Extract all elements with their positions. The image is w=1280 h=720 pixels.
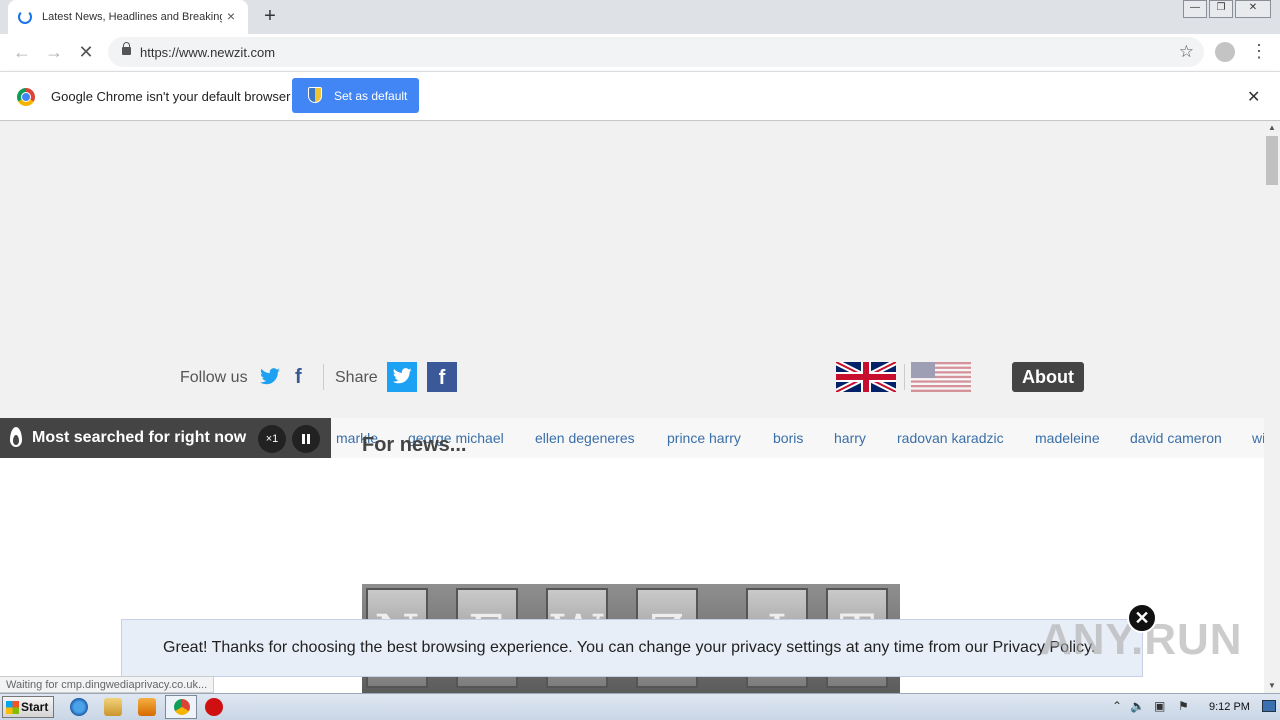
uk-flag-icon[interactable] (836, 362, 896, 392)
trending-label-box: Most searched for right now ×1 (0, 418, 331, 458)
set-as-default-label: Set as default (334, 88, 408, 103)
twitter-follow-icon[interactable] (259, 368, 281, 386)
action-center-flag-icon[interactable]: ⚑ (1178, 699, 1189, 713)
chrome-taskbar-button[interactable] (165, 695, 197, 719)
infobar-close-icon[interactable]: ✕ (1247, 87, 1260, 107)
browser-tab[interactable]: Latest News, Headlines and Breaking × (8, 0, 248, 34)
minimize-button[interactable]: — (1183, 0, 1207, 18)
flag-divider (904, 364, 905, 390)
twitter-share-icon (392, 368, 412, 384)
scroll-thumb[interactable] (1266, 136, 1278, 185)
volume-icon[interactable]: 🔈 (1130, 699, 1145, 713)
trending-item[interactable]: madeleine (1035, 430, 1100, 446)
privacy-notice-banner: Great! Thanks for choosing the best brow… (121, 619, 1143, 677)
for-news-heading: For news... (362, 434, 467, 456)
screen: Latest News, Headlines and Breaking × + … (0, 0, 1280, 720)
trending-label: Most searched for right now (32, 429, 247, 446)
lock-icon (122, 42, 131, 57)
trending-item[interactable]: david cameron (1130, 430, 1222, 446)
share-label: Share (335, 369, 378, 386)
pause-button[interactable] (292, 425, 320, 453)
restore-button[interactable]: ❐ (1209, 0, 1233, 18)
infobar-message: Google Chrome isn't your default browser (51, 89, 291, 104)
speed-button[interactable]: ×1 (258, 425, 286, 453)
follow-us-label: Follow us (180, 369, 248, 386)
trending-item[interactable]: radovan karadzic (897, 430, 1004, 446)
flame-icon (10, 427, 22, 447)
privacy-notice-text: Great! Thanks for choosing the best brow… (163, 639, 1096, 656)
tab-title: Latest News, Headlines and Breaking (42, 11, 222, 23)
opera-icon[interactable] (205, 698, 223, 716)
close-window-button[interactable]: ✕ (1235, 0, 1271, 18)
scroll-down-arrow-icon[interactable]: ▼ (1264, 679, 1280, 693)
status-bubble: Waiting for cmp.dingwediaprivacy.co.uk..… (0, 676, 215, 693)
url-text: https://www.newzit.com (140, 45, 276, 60)
chrome-menu-icon[interactable]: ⋮ (1250, 42, 1268, 62)
about-button[interactable]: About (1012, 362, 1084, 392)
forward-arrow-icon[interactable]: → (42, 40, 66, 64)
windows-logo-icon (6, 701, 19, 714)
back-arrow-icon[interactable]: ← (10, 40, 34, 64)
trending-item[interactable]: boris (773, 430, 803, 446)
loading-spinner-icon (18, 10, 32, 24)
twitter-share-button[interactable] (387, 362, 417, 392)
tab-strip: Latest News, Headlines and Breaking × + … (0, 0, 1280, 34)
us-flag-icon[interactable] (911, 362, 971, 392)
network-icon[interactable]: ▣ (1154, 699, 1165, 713)
trending-bar: Most searched for right now ×1 markle ge… (0, 418, 1264, 458)
trending-item[interactable]: harry (834, 430, 866, 446)
page-scrollbar[interactable]: ▲ ▼ (1264, 121, 1280, 693)
windows-taskbar: Start ⌃ 🔈 ▣ ⚑ 9:12 PM (0, 693, 1280, 720)
bookmark-star-icon[interactable]: ☆ (1179, 42, 1194, 62)
file-explorer-icon[interactable] (104, 698, 122, 716)
trending-item[interactable]: ellen degeneres (535, 430, 635, 446)
uac-shield-icon (308, 87, 322, 103)
set-as-default-button[interactable]: Set as default (292, 78, 419, 113)
system-tray: ⌃ 🔈 ▣ ⚑ (1104, 694, 1280, 720)
facebook-follow-icon[interactable]: f (295, 366, 302, 389)
trending-item[interactable]: wi (1252, 430, 1264, 446)
tray-expand-icon[interactable]: ⌃ (1112, 699, 1122, 713)
new-tab-button[interactable]: + (258, 5, 282, 29)
profile-avatar-icon[interactable] (1215, 42, 1235, 62)
taskbar-clock[interactable]: 9:12 PM (1209, 701, 1250, 713)
tab-close-icon[interactable]: × (224, 9, 238, 23)
show-desktop-icon[interactable] (1262, 700, 1276, 712)
social-divider (323, 364, 324, 390)
scroll-up-arrow-icon[interactable]: ▲ (1264, 121, 1280, 135)
chrome-logo-icon (17, 88, 35, 106)
start-label: Start (21, 700, 49, 714)
facebook-share-button[interactable]: f (427, 362, 457, 392)
stop-loading-icon[interactable]: ✕ (74, 40, 98, 64)
start-button[interactable]: Start (2, 696, 54, 718)
address-bar[interactable]: https://www.newzit.com ☆ (108, 37, 1204, 67)
chrome-taskbar-icon (174, 699, 190, 715)
default-browser-infobar: Google Chrome isn't your default browser… (0, 71, 1280, 121)
privacy-notice-close-icon[interactable]: ✕ (1127, 603, 1157, 633)
trending-item[interactable]: prince harry (667, 430, 741, 446)
browser-toolbar: ← → ✕ https://www.newzit.com ☆ ⋮ (0, 34, 1280, 71)
internet-explorer-icon[interactable] (70, 698, 88, 716)
media-player-icon[interactable] (138, 698, 156, 716)
